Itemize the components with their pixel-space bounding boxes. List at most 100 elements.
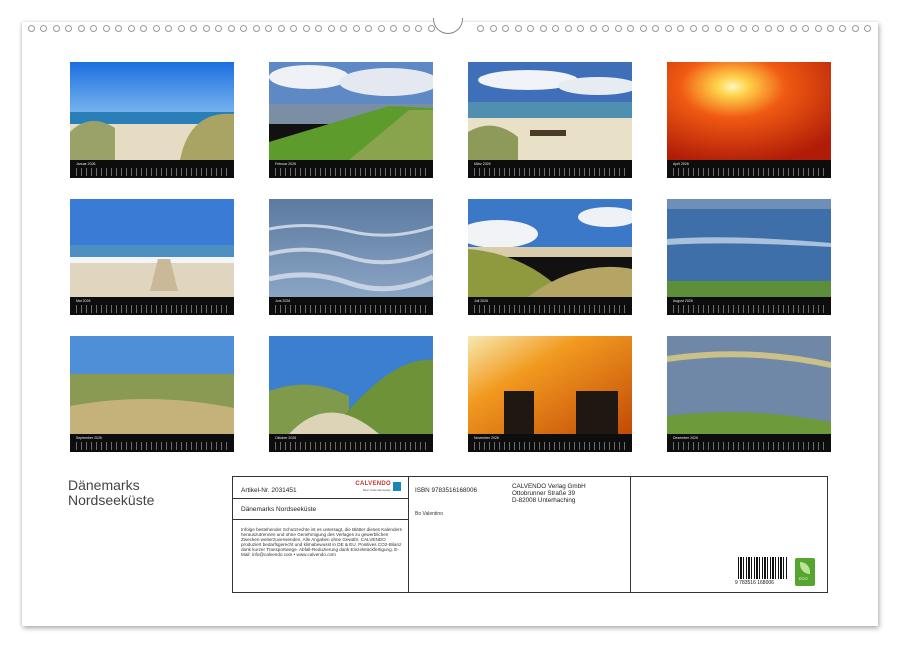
barcode-icon (738, 557, 788, 579)
info-column-middle: ISBN 9783516168006 CALVENDO Verlag GmbH … (409, 477, 631, 592)
binding-ring-icon (590, 25, 597, 32)
photo-tidal-flats (269, 199, 433, 297)
photo-dune-grass (468, 199, 632, 297)
eco-badge-icon: ECO (795, 558, 815, 586)
month-tile-januar: Januar 2026 (70, 62, 234, 178)
info-column-left: Artikel-Nr. 2031451 CALVENDO Mein Kalend… (233, 477, 409, 592)
month-label: Juni 2026 (275, 299, 290, 303)
binding-ring-icon (53, 25, 60, 32)
binding-ring-icon (240, 25, 247, 32)
binding-ring-icon (28, 25, 35, 32)
binding-ring-icon (490, 25, 497, 32)
binding-ring-icon (65, 25, 72, 32)
binding-ring-icon (839, 25, 846, 32)
binding-ring-icon (303, 25, 310, 32)
photo-dune-hill (269, 336, 433, 434)
binding-ring-icon (328, 25, 335, 32)
month-label: Dezember 2026 (673, 436, 698, 440)
binding-ring-icon (315, 25, 322, 32)
binding-ring-icon (502, 25, 509, 32)
month-tile-juli: Juli 2026 (468, 199, 632, 315)
month-label: April 2026 (673, 162, 689, 166)
binding-ring-icon (815, 25, 822, 32)
binding-ring-icon (540, 25, 547, 32)
binding-ring-icon (253, 25, 260, 32)
calvendo-logo: CALVENDO Mein Kalenderdesign (351, 481, 401, 495)
binding-ring-icon (190, 25, 197, 32)
binding-ring-icon (40, 25, 47, 32)
binding-ring-icon (340, 25, 347, 32)
month-tile-oktober: Oktober 2026 (269, 336, 433, 452)
publisher-address: CALVENDO Verlag GmbH Ottobrunner Straße … (512, 483, 586, 505)
binding-ring-icon (652, 25, 659, 32)
binding-ring-icon (677, 25, 684, 32)
binding-ring-icon (353, 25, 360, 32)
binding-ring-icon (228, 25, 235, 32)
binding-ring-icon (552, 25, 559, 32)
month-label: September 2026 (76, 436, 102, 440)
binding-ring-icon (165, 25, 172, 32)
binding-ring-icon (428, 25, 435, 32)
calendar-title: Dänemarks Nordseeküste (68, 478, 154, 508)
barcode: 9 783516 168006 (735, 557, 789, 587)
binding-ring-icon (103, 25, 110, 32)
month-tile-dezember: Dezember 2026 (667, 336, 831, 452)
binding-ring-icon (602, 25, 609, 32)
month-label: Februar 2026 (275, 162, 296, 166)
binding-ring-icon (403, 25, 410, 32)
month-tile-mai: Mai 2026 (70, 199, 234, 315)
binding-ring-icon (153, 25, 160, 32)
binding-ring-icon (565, 25, 572, 32)
barcode-number: 9 783516 168006 (735, 580, 774, 586)
photo-marsh-water (667, 199, 831, 297)
binding-ring-icon (765, 25, 772, 32)
binding-ring-icon (415, 25, 422, 32)
binding-ring-icon (378, 25, 385, 32)
binding-ring-icon (365, 25, 372, 32)
binding-ring-icon (278, 25, 285, 32)
binding-ring-icon (203, 25, 210, 32)
month-label: März 2026 (474, 162, 491, 166)
binding-ring-icon (790, 25, 797, 32)
binding-ring-icon (577, 25, 584, 32)
binding-ring-icon (265, 25, 272, 32)
photo-red-sunset (667, 62, 831, 160)
month-tile-august: August 2026 (667, 199, 831, 315)
binding-ring-icon (477, 25, 484, 32)
photo-winter-tideland (667, 336, 831, 434)
month-tile-februar: Februar 2026 (269, 62, 433, 178)
month-label: November 2026 (474, 436, 499, 440)
binding-ring-icon (90, 25, 97, 32)
author-name: Bo Valentino (415, 511, 443, 517)
binding-ring-icon (802, 25, 809, 32)
month-tile-juni: Juni 2026 (269, 199, 433, 315)
binding-ring-icon (727, 25, 734, 32)
product-title: Dänemarks Nordseeküste (241, 506, 316, 513)
binding-ring-icon (827, 25, 834, 32)
binding-ring-icon (140, 25, 147, 32)
binding-ring-icon (740, 25, 747, 32)
photo-sandcastle (70, 199, 234, 297)
month-tile-september: September 2026 (70, 336, 234, 452)
binding-ring-icon (128, 25, 135, 32)
binding-ring-icon (665, 25, 672, 32)
isbn: ISBN 9783516168006 (415, 487, 477, 494)
month-label: Mai 2026 (76, 299, 90, 303)
month-label: Juli 2026 (474, 299, 488, 303)
month-label: Oktober 2026 (275, 436, 296, 440)
binding-ring-icon (702, 25, 709, 32)
photo-beach-bench (468, 62, 632, 160)
binding-ring-icon (864, 25, 871, 32)
binding-ring-icon (515, 25, 522, 32)
binding-ring-icon (527, 25, 534, 32)
binding-ring-icon (178, 25, 185, 32)
binding-ring-icon (390, 25, 397, 32)
binding-ring-icon (615, 25, 622, 32)
binding-ring-icon (627, 25, 634, 32)
photo-green-dike (269, 62, 433, 160)
logo-mark-icon (393, 482, 401, 491)
binding-ring-icon (715, 25, 722, 32)
binding-ring-icon (78, 25, 85, 32)
month-tile-april: April 2026 (667, 62, 831, 178)
month-label: August 2026 (673, 299, 693, 303)
